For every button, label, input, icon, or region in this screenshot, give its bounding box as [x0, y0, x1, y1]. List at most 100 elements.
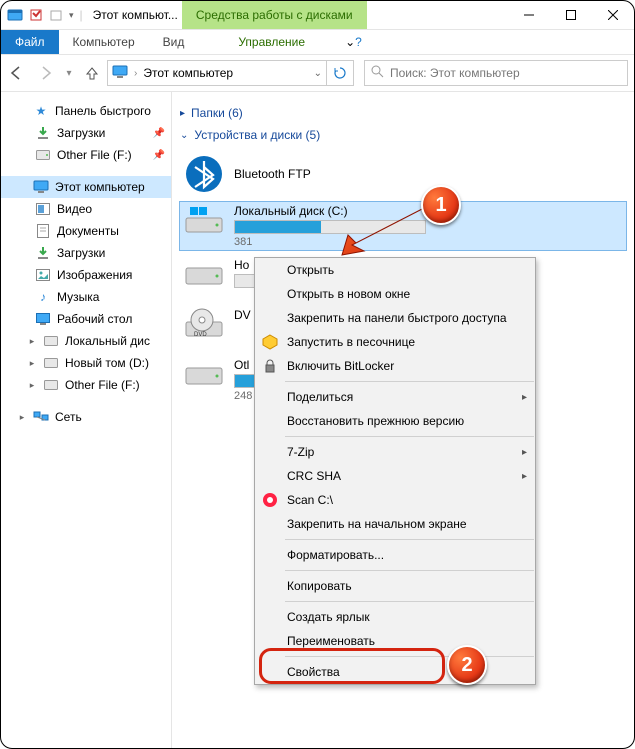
ctx-open[interactable]: Открыть: [255, 258, 535, 282]
properties-qat-icon[interactable]: [29, 8, 43, 22]
ctx-pin-start[interactable]: Закрепить на начальном экране: [255, 512, 535, 536]
dvd-drive-icon: DVD: [184, 308, 224, 348]
annotation-marker-2: 2: [447, 645, 487, 685]
desktop-icon: [35, 311, 51, 327]
navigation-pane: ★Панель быстрого Загрузки📌 Other File (F…: [1, 92, 172, 749]
ctx-run-sandbox[interactable]: Запустить в песочнице: [255, 330, 535, 354]
sidebar-downloads[interactable]: Загрузки📌: [1, 122, 171, 144]
sidebar-network[interactable]: ▸Сеть: [1, 406, 171, 428]
annotation-marker-1: 1: [421, 185, 461, 225]
forward-button[interactable]: [31, 58, 61, 88]
network-icon: [33, 409, 49, 425]
sidebar-local-disk[interactable]: ▸Локальный дис: [1, 330, 171, 352]
chevron-down-icon: ⌄: [180, 130, 188, 141]
bluetooth-icon: [184, 154, 224, 194]
ctx-pin-quick-access[interactable]: Закрепить на панели быстрого доступа: [255, 306, 535, 330]
sidebar-other-file[interactable]: Other File (F:)📌: [1, 144, 171, 166]
documents-icon: [35, 223, 51, 239]
drive-icon: [184, 204, 224, 244]
device-bluetooth[interactable]: Bluetooth FTP: [180, 150, 626, 198]
drive-icon: [184, 258, 224, 298]
ctx-create-shortcut[interactable]: Создать ярлык: [255, 605, 535, 629]
group-devices[interactable]: ⌄Устройства и диски (5): [180, 128, 626, 142]
pin-icon: 📌: [153, 128, 165, 139]
sidebar-documents[interactable]: Документы: [1, 220, 171, 242]
address-dropdown-icon[interactable]: ⌄: [314, 68, 322, 79]
ctx-crc-sha[interactable]: CRC SHA▸: [255, 464, 535, 488]
group-folders[interactable]: ▸Папки (6): [180, 106, 626, 120]
tab-view[interactable]: Вид: [149, 30, 199, 54]
refresh-button[interactable]: [327, 60, 354, 86]
submenu-arrow-icon: ▸: [522, 392, 527, 403]
svg-text:DVD: DVD: [194, 332, 207, 338]
explorer-icon: [7, 7, 23, 23]
address-bar[interactable]: › Этот компьютер ⌄: [107, 60, 327, 86]
ctx-open-new-window[interactable]: Открыть в новом окне: [255, 282, 535, 306]
sidebar-new-volume[interactable]: ▸Новый том (D:): [1, 352, 171, 374]
sidebar-videos[interactable]: Видео: [1, 198, 171, 220]
address-location: Этот компьютер: [143, 66, 233, 80]
ctx-share[interactable]: Поделиться▸: [255, 385, 535, 409]
search-box[interactable]: Поиск: Этот компьютер: [364, 60, 628, 86]
title-bar: ▾ | Этот компьют... Средства работы с ди…: [1, 1, 634, 30]
ctx-copy[interactable]: Копировать: [255, 574, 535, 598]
sidebar-desktop[interactable]: Рабочий стол: [1, 308, 171, 330]
music-icon: ♪: [35, 289, 51, 305]
ribbon-tabs: Файл Компьютер Вид Управление ⌄ ?: [1, 30, 634, 55]
minimize-button[interactable]: [508, 1, 550, 29]
annotation-arrow: [334, 199, 434, 259]
sandboxie-icon: [261, 333, 279, 351]
nav-bar: ▾ › Этот компьютер ⌄ Поиск: Этот компьют…: [1, 55, 634, 92]
ctx-format[interactable]: Форматировать...: [255, 543, 535, 567]
sidebar-music[interactable]: ♪Музыка: [1, 286, 171, 308]
drive-icon: [43, 377, 59, 393]
qat-dropdown-icon[interactable]: ▾: [69, 10, 74, 21]
ctx-properties[interactable]: Свойства: [255, 660, 535, 684]
recent-locations-button[interactable]: ▾: [61, 58, 77, 88]
help-icon[interactable]: ?: [355, 35, 362, 49]
tab-manage[interactable]: Управление: [198, 35, 345, 49]
sidebar-pictures[interactable]: Изображения: [1, 264, 171, 286]
pictures-icon: [35, 267, 51, 283]
star-icon: ★: [33, 103, 49, 119]
explorer-window: ▾ | Этот компьют... Средства работы с ди…: [0, 0, 635, 749]
bitlocker-icon: [261, 357, 279, 375]
search-icon: [371, 65, 384, 81]
sidebar-other-file-2[interactable]: ▸Other File (F:): [1, 374, 171, 396]
tab-computer[interactable]: Компьютер: [59, 30, 149, 54]
drive-icon: [43, 333, 59, 349]
submenu-arrow-icon: ▸: [522, 471, 527, 482]
tab-file[interactable]: Файл: [1, 30, 59, 54]
ribbon-context-title: Средства работы с дисками: [182, 1, 367, 29]
maximize-button[interactable]: [550, 1, 592, 29]
ctx-rename[interactable]: Переименовать: [255, 629, 535, 653]
ctx-scan[interactable]: Scan C:\: [255, 488, 535, 512]
window-title: Этот компьют...: [89, 8, 182, 22]
submenu-arrow-icon: ▸: [522, 447, 527, 458]
chevron-right-icon: ▸: [180, 108, 185, 119]
drive-icon: [184, 358, 224, 398]
sidebar-quick-access[interactable]: ★Панель быстрого: [1, 100, 171, 122]
new-folder-qat-icon[interactable]: [49, 8, 63, 22]
search-placeholder: Поиск: Этот компьютер: [390, 66, 520, 80]
ctx-bitlocker[interactable]: Включить BitLocker: [255, 354, 535, 378]
this-pc-icon: [112, 64, 128, 83]
downloads-icon: [35, 125, 51, 141]
drive-icon: [43, 355, 59, 371]
ctx-restore-previous[interactable]: Восстановить прежнюю версию: [255, 409, 535, 433]
antivirus-icon: [261, 491, 279, 509]
sidebar-downloads-2[interactable]: Загрузки: [1, 242, 171, 264]
close-button[interactable]: [592, 1, 634, 29]
ctx-7zip[interactable]: 7-Zip▸: [255, 440, 535, 464]
downloads-icon: [35, 245, 51, 261]
context-menu: Открыть Открыть в новом окне Закрепить н…: [254, 257, 536, 685]
sidebar-this-pc[interactable]: Этот компьютер: [1, 176, 171, 198]
this-pc-icon: [33, 179, 49, 195]
drive-icon: [35, 147, 51, 163]
device-label: Bluetooth FTP: [234, 167, 622, 181]
quick-access-toolbar: ▾ |: [1, 7, 89, 23]
up-button[interactable]: [77, 58, 107, 88]
ribbon-expand-icon[interactable]: ⌄: [345, 35, 355, 49]
pin-icon: 📌: [153, 150, 165, 161]
back-button[interactable]: [1, 58, 31, 88]
